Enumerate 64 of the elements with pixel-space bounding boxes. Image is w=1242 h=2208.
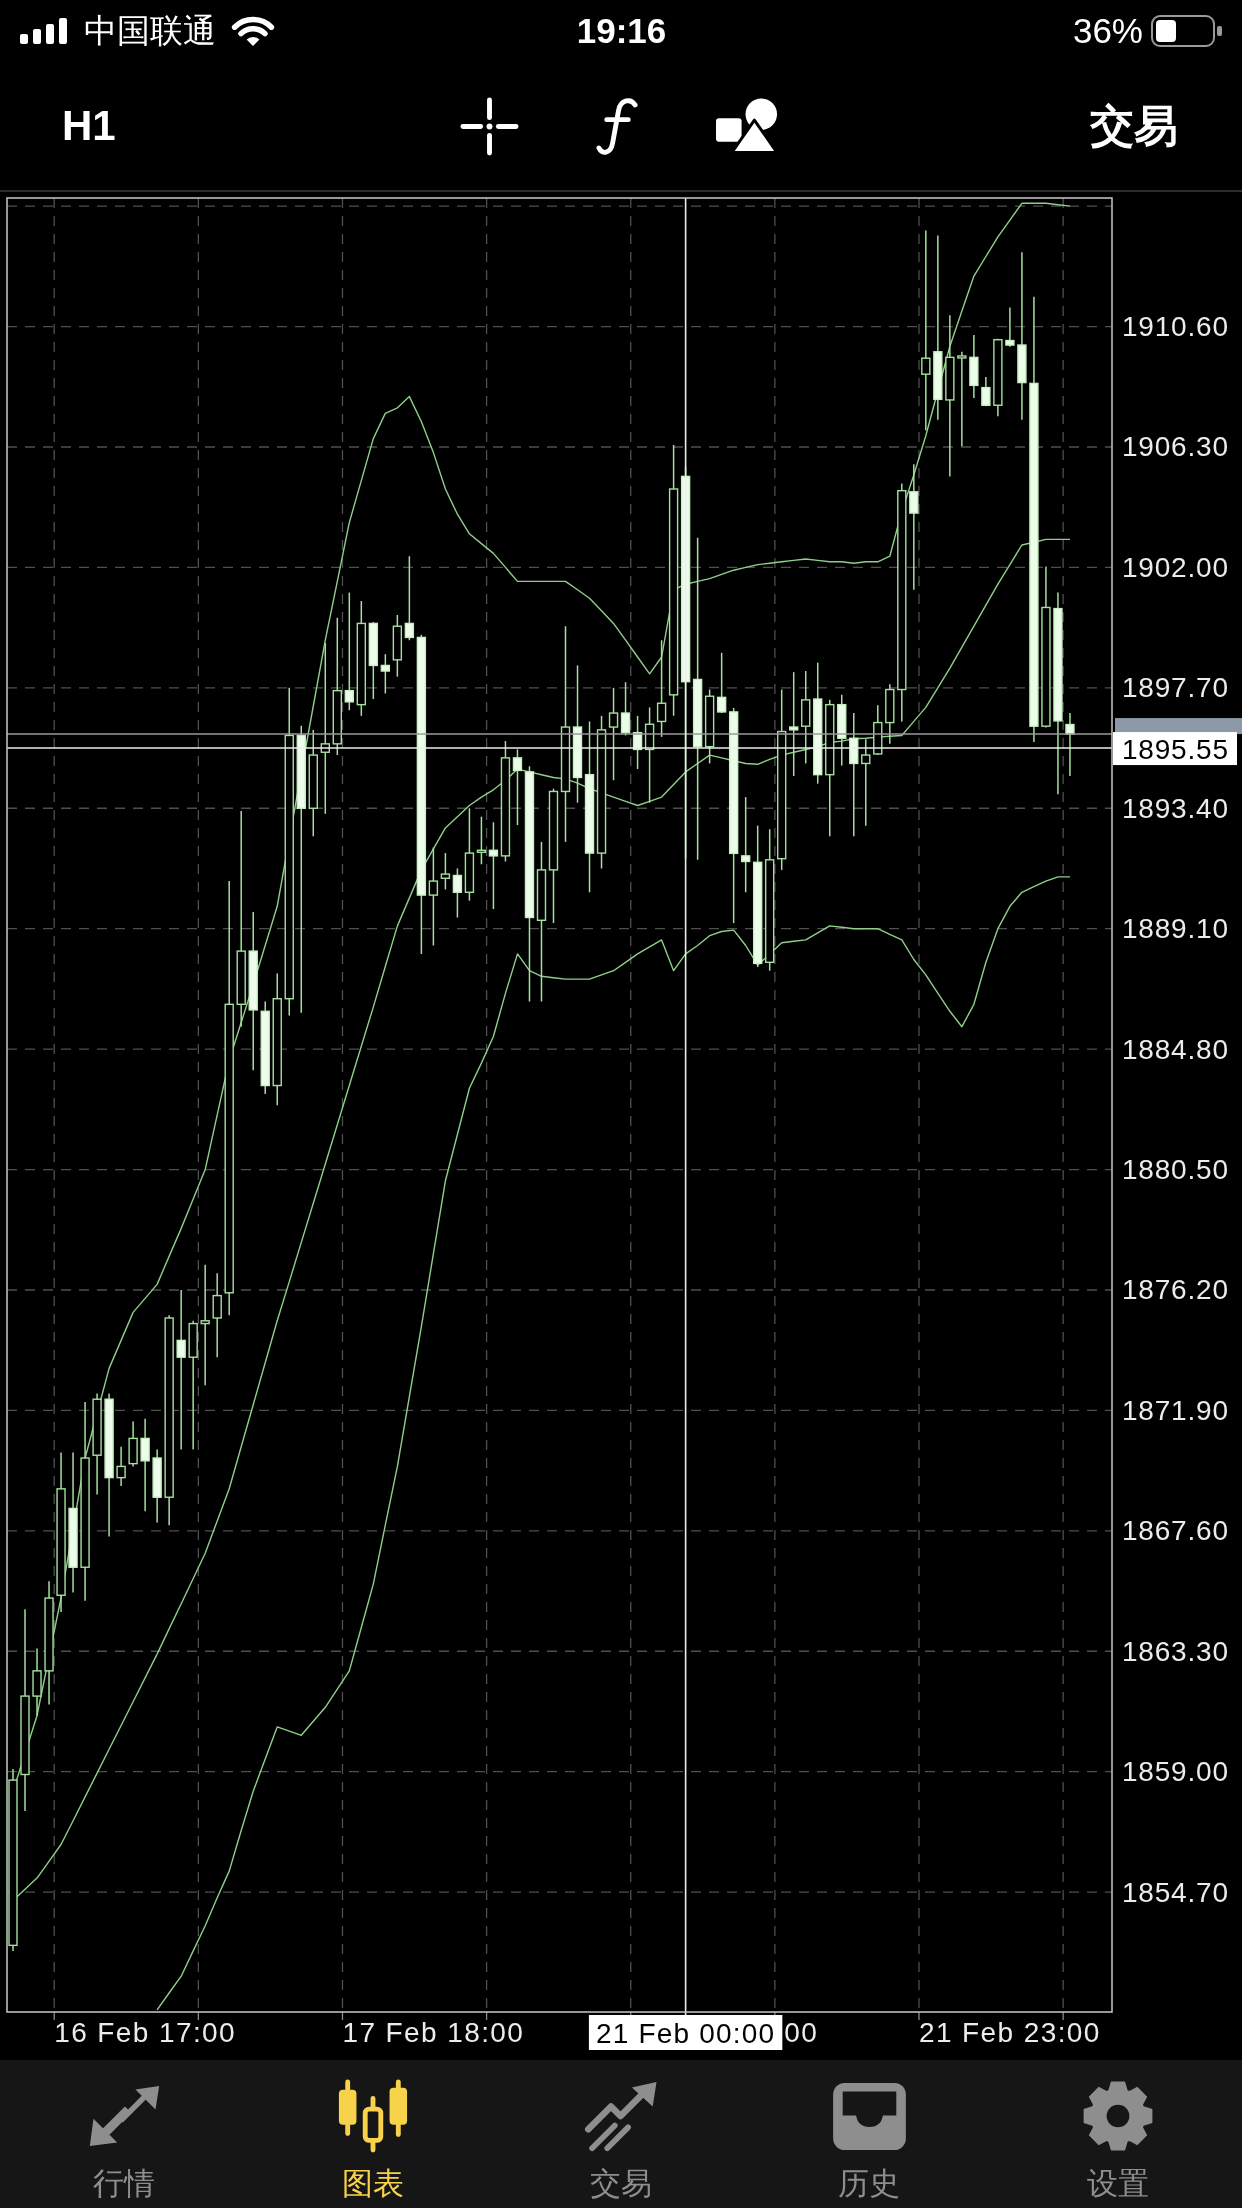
crosshair-price-label: 1895.55 xyxy=(1113,732,1237,766)
candlestick xyxy=(344,591,355,711)
battery-icon xyxy=(1151,15,1223,47)
candlestick xyxy=(116,1446,126,1487)
candlestick xyxy=(404,555,415,641)
price-axis-label: 1884.80 xyxy=(1122,1033,1229,1065)
candlestick xyxy=(909,463,919,591)
shapes-icon[interactable] xyxy=(715,98,779,154)
double-arrow-icon xyxy=(87,2084,161,2148)
settings-icon xyxy=(1081,2080,1154,2152)
battery-percent: 36% xyxy=(1072,11,1143,51)
price-axis-label: 1889.10 xyxy=(1122,913,1229,945)
candlestick xyxy=(716,652,727,714)
tab-bar-item[interactable]: 行情 xyxy=(0,2060,249,2208)
function-icon[interactable] xyxy=(595,96,639,156)
inbox-tray-icon xyxy=(831,2082,907,2150)
candlestick xyxy=(789,671,799,777)
tab-bar-item[interactable]: 交易 xyxy=(496,2060,746,2208)
crosshair-icon[interactable] xyxy=(459,96,519,156)
price-axis-label: 1897.70 xyxy=(1122,672,1229,704)
signal-icon xyxy=(20,18,68,44)
candlestick xyxy=(140,1418,150,1512)
candlestick xyxy=(452,867,463,919)
candlestick xyxy=(608,687,619,782)
wifi-icon xyxy=(230,15,276,47)
crosshair-time-label: 21 Feb 00:00 xyxy=(588,2015,783,2050)
candlestick xyxy=(200,1264,210,1386)
status-time: 19:16 xyxy=(576,11,667,51)
tab-bar-item[interactable]: 图表 xyxy=(248,2060,497,2208)
tab-bar-item[interactable]: 历史 xyxy=(745,2060,994,2208)
price-axis-label: 1910.60 xyxy=(1122,311,1229,343)
timeframe-button[interactable]: H1 xyxy=(60,102,118,150)
time-axis-label: 00 xyxy=(784,2016,819,2048)
price-axis-label: 1859.00 xyxy=(1122,1756,1229,1788)
price-axis-label: 1906.30 xyxy=(1122,431,1229,463)
candlestick xyxy=(512,748,523,826)
tab-bar-item[interactable]: 设置 xyxy=(993,2060,1242,2208)
candlestick xyxy=(921,229,931,431)
candlestick xyxy=(380,653,391,695)
candlestick xyxy=(428,846,439,947)
price-axis-label: 1902.00 xyxy=(1122,551,1229,583)
trade-button[interactable]: 交易 xyxy=(1090,100,1178,152)
candlestick xyxy=(861,738,871,827)
candlestick xyxy=(981,376,991,408)
candlestick xyxy=(1005,306,1015,348)
price-axis-label: 1876.20 xyxy=(1122,1274,1229,1306)
price-axis-label: 1893.40 xyxy=(1122,792,1229,824)
candlestick xyxy=(476,815,487,866)
price-axis-label: 1863.30 xyxy=(1122,1635,1229,1667)
price-axis-label: 1871.90 xyxy=(1122,1394,1229,1426)
carrier-name: 中国联通 xyxy=(84,11,216,51)
candlestick xyxy=(740,796,751,894)
time-axis-label: 21 Feb 23:00 xyxy=(919,2016,1101,2048)
candlestick xyxy=(488,821,499,910)
candlestick xyxy=(212,1272,222,1358)
time-axis-label: 16 Feb 17:00 xyxy=(54,2016,237,2048)
price-axis-label: 1854.70 xyxy=(1122,1876,1229,1908)
candlestick xyxy=(656,639,667,738)
price-axis-label: 1880.50 xyxy=(1122,1154,1229,1186)
candlestick xyxy=(957,351,967,447)
time-axis-label: 17 Feb 18:00 xyxy=(342,2016,525,2048)
candlestick xyxy=(440,852,451,891)
candlestick xyxy=(176,1289,186,1451)
price-axis-label: 1867.60 xyxy=(1122,1515,1229,1547)
